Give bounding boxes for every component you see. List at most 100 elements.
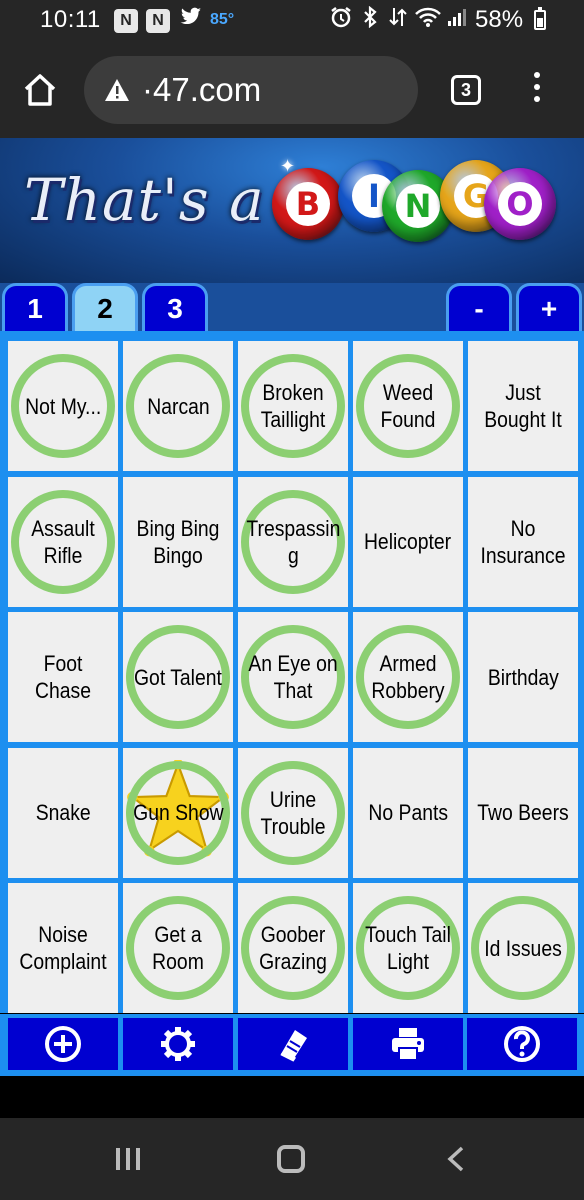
add-card-button[interactable] [8,1018,118,1070]
bingo-cell[interactable]: Trespassin g [238,476,348,607]
settings-button[interactable] [123,1018,233,1070]
bingo-cell[interactable]: Snake [8,747,118,878]
help-icon [504,1026,540,1062]
bingo-cell[interactable]: Id Issues [468,883,578,1013]
home-icon[interactable] [22,72,58,108]
bingo-cell[interactable]: Noise Complaint [8,883,118,1013]
status-bar: 10:11 N N 85° 58% [0,0,584,42]
bingo-cell[interactable]: Touch Tail Light [353,883,463,1013]
bingo-cell[interactable]: Got Talent [123,612,233,742]
status-time: 10:11 [40,6,101,33]
bingo-cell[interactable]: Birthday [468,612,578,742]
bingo-cell[interactable]: An Eye on That [238,612,348,742]
cell-label: Armed Robbery [371,651,445,703]
cell-label: Just Bought It [484,380,562,432]
nav-home-icon[interactable] [277,1145,305,1173]
game-banner: That's a ✦ BINGO [0,138,584,283]
bingo-ball-o: O [484,168,556,240]
printer-icon [392,1028,424,1061]
bingo-cell[interactable]: Get a Room [123,883,233,1013]
cell-label: No Pants [368,800,448,825]
signal-icon [447,6,469,34]
twitter-icon [180,7,202,33]
cell-label: No Insurance [480,515,566,568]
battery-icon [534,7,546,30]
bingo-grid: Not My... Narcan Broken Taillight Weed Foun… [8,341,578,1013]
cell-label: Narcan [146,393,210,419]
banner-title: That's a [24,166,265,234]
bingo-cell[interactable]: Foot Chase [8,612,118,742]
cell-label: Gun Show [132,800,224,825]
tab-card-1[interactable]: 1 [2,283,68,335]
cell-label: Trespassin g [246,515,340,568]
card-tab-row: 1 2 3 - + [0,283,584,335]
warning-icon[interactable] [104,78,130,102]
cell-label: Noise Complaint [19,922,107,974]
address-bar[interactable]: ·47.com [84,56,418,124]
bingo-cell[interactable]: No Insurance [468,476,578,607]
bingo-cell[interactable]: No Pants [353,747,463,878]
book-icon [280,1030,307,1062]
cell-label: Assault Rifle [31,515,95,568]
cell-label: Weed Found [380,380,436,432]
tab-switcher-button[interactable]: 3 [451,75,481,105]
cell-label: Not My... [24,393,102,419]
cell-label: Birthday [487,664,559,690]
cell-label: Touch Tail Light [365,922,451,974]
bingo-ball-b: B [272,168,344,240]
print-button[interactable] [353,1018,463,1070]
bingo-board: Not My... Narcan Broken Taillight Weed Foun… [0,331,584,1013]
tab-card-3[interactable]: 3 [142,283,208,335]
cell-label: Urine Trouble [260,786,326,839]
bingo-ball-letter: B [286,182,330,226]
bingo-cell[interactable]: Not My... [8,341,118,471]
bingo-cell[interactable]: Armed Robbery [353,612,463,742]
bingo-ball-letter: N [396,184,440,228]
bingo-cell[interactable]: Weed Found [353,341,463,471]
wifi-icon [414,6,442,34]
cell-label: An Eye on That [248,651,338,703]
more-vert-icon[interactable] [532,72,542,108]
bingo-cell[interactable]: Urine Trouble [238,747,348,878]
cell-label: Bing Bing Bingo [136,515,220,568]
tab-card-2[interactable]: 2 [72,283,138,335]
bingo-cell[interactable]: Just Bought It [468,341,578,471]
bingo-cell[interactable]: Gun Show [123,747,233,878]
zoom-in-button[interactable]: + [516,283,582,335]
cell-label: Snake [35,800,91,825]
alarm-icon [330,6,352,34]
bingo-game: That's a ✦ BINGO 1 2 3 - + Not My... Narc… [0,138,584,1088]
gear-icon [161,1027,195,1061]
bingo-cell[interactable]: Broken Taillight [238,341,348,471]
browser-toolbar: ·47.com 3 [0,42,584,138]
cell-label: Id Issues [484,935,562,961]
cell-label: Get a Room [152,922,204,974]
bingo-cell[interactable]: Narcan [123,341,233,471]
zoom-out-button[interactable]: - [446,283,512,335]
cell-label: Got Talent [134,664,222,690]
notification-icon: N [146,9,170,33]
weather-temperature: 85° [210,11,235,28]
battery-percent: 58% [475,6,524,33]
url-text[interactable]: ·47.com [142,71,261,109]
instructions-button[interactable] [238,1018,348,1070]
bingo-cell[interactable]: Bing Bing Bingo [123,476,233,607]
game-toolbar [0,1014,584,1076]
bingo-ball-letter: O [498,182,542,226]
help-button[interactable] [467,1018,577,1070]
bingo-cell[interactable]: Assault Rifle [8,476,118,607]
cell-label: Foot Chase [35,651,91,703]
data-transfer-icon [388,6,408,34]
bluetooth-icon [362,5,378,34]
cell-label: Broken Taillight [260,380,326,432]
android-nav-bar [0,1118,584,1200]
battery-fill [537,17,543,27]
back-icon[interactable] [446,1146,466,1172]
cell-label: Helicopter [364,529,452,554]
recents-icon[interactable] [116,1148,142,1170]
bingo-cell[interactable]: Two Beers [468,747,578,878]
notification-icon: N [114,9,138,33]
cell-label: Two Beers [477,800,569,825]
bingo-cell[interactable]: Helicopter [353,476,463,607]
bingo-cell[interactable]: Goober Grazing [238,883,348,1013]
